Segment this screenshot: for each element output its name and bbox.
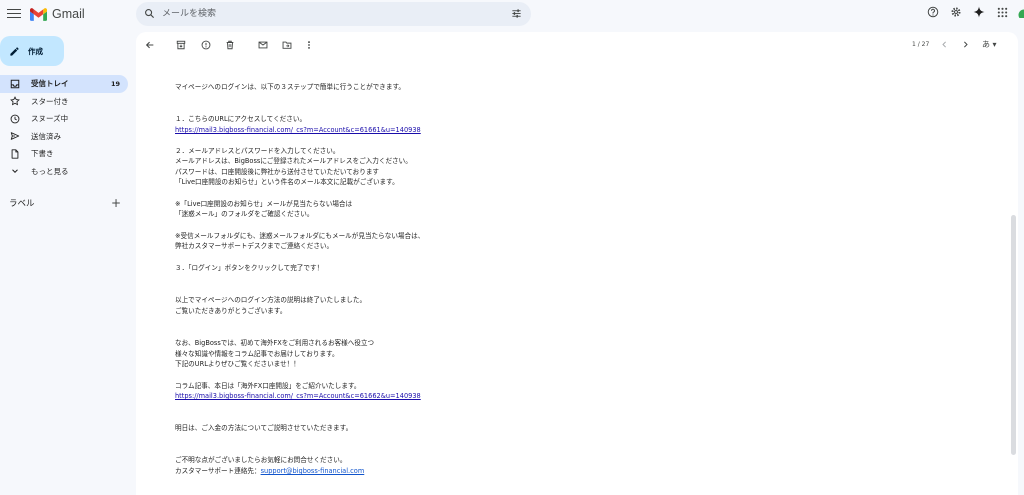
email-line: ご覧いただきありがとうございます。 [175, 307, 287, 315]
input-tools-button[interactable]: あ ▾ [982, 39, 997, 50]
main-menu-button[interactable] [7, 6, 21, 20]
folder-move-icon [282, 41, 291, 49]
search-icon[interactable] [144, 8, 155, 19]
compose-button[interactable]: 作成 [0, 36, 64, 66]
email-line: 明日は、ご入金の方法についてご説明させていただきます。 [175, 424, 353, 432]
gmail-m-icon [30, 7, 47, 21]
email-line: コラム記事、本日は「海外FX口座開設」をご紹介いたします。 [175, 382, 361, 390]
pagination-label: 1 / 27 [912, 41, 930, 48]
create-label-button[interactable]: + [111, 197, 121, 209]
sidebar-item-label: 受信トレイ [31, 79, 69, 89]
chevron-down-icon [12, 169, 18, 174]
newer-button[interactable] [939, 39, 950, 50]
more-actions-button[interactable] [303, 39, 314, 50]
more-vert-icon [307, 40, 310, 49]
gear-icon [951, 7, 961, 17]
email-line: 「迷惑メール」のフォルダをご確認ください。 [175, 210, 314, 218]
chevron-left-icon [942, 41, 946, 48]
sparkle-icon [973, 6, 985, 18]
top-right-actions [926, 5, 1024, 19]
app-name: Gmail [52, 7, 85, 21]
support-contact-label: カスタマーサポート連絡先： [175, 467, 261, 475]
settings-button[interactable] [949, 5, 963, 19]
mail-icon [258, 41, 267, 48]
sidebar-item-label: 送信済み [31, 131, 61, 141]
column-article-link[interactable]: https://mail3.bigboss-financial.com/_cs?… [175, 391, 421, 402]
move-to-button[interactable] [281, 39, 292, 50]
email-line: ご不明な点がございましたらお気軽にお問合せください。 [175, 456, 347, 464]
back-button[interactable] [144, 39, 155, 50]
support-email-link[interactable]: support@bigboss-financial.com [261, 467, 365, 475]
report-spam-button[interactable] [200, 39, 211, 50]
sidebar-item-starred[interactable]: スター付き [0, 93, 128, 111]
older-button[interactable] [960, 39, 971, 50]
star-icon [10, 96, 20, 106]
labels-section: ラベル + [9, 197, 121, 209]
sidebar-item-inbox[interactable]: 受信トレイ 19 [0, 75, 128, 93]
pencil-icon [10, 46, 19, 56]
sidebar-item-label: スヌーズ中 [31, 114, 69, 124]
sidebar-item-label: もっと見る [31, 166, 69, 176]
avatar-icon [1018, 9, 1024, 18]
message-panel: 1 / 27 あ ▾ マイページへのログインは、以下の３ステップで簡単に行うこと… [136, 32, 1018, 495]
account-login-link[interactable]: https://mail3.bigboss-financial.com/_cs?… [175, 125, 421, 136]
sidebar-item-drafts[interactable]: 下書き [0, 145, 128, 163]
gmail-logo[interactable]: Gmail [30, 6, 85, 22]
report-icon [201, 40, 210, 49]
account-avatar[interactable] [1018, 6, 1024, 18]
archive-button[interactable] [175, 39, 186, 50]
send-icon [10, 132, 20, 141]
sidebar-item-sent[interactable]: 送信済み [0, 128, 128, 146]
chevron-right-icon [964, 41, 968, 48]
unread-count-badge: 19 [110, 79, 120, 88]
mark-unread-button[interactable] [257, 39, 268, 50]
email-line: 下記のURLよりぜひご覧くださいませ！！ [175, 360, 300, 368]
apps-button[interactable] [995, 5, 1009, 19]
delete-button[interactable] [224, 39, 235, 50]
search-options-icon[interactable] [511, 8, 522, 19]
sidebar-nav: 受信トレイ 19 スター付き スヌーズ中 送信済み 下書き もっと見る [0, 75, 128, 180]
apps-grid-icon [997, 7, 1007, 17]
email-line: ※受信メールフォルダにも、迷惑メールフォルダにもメールが見当たらない場合は、 [175, 232, 425, 240]
sidebar-item-more[interactable]: もっと見る [0, 163, 128, 181]
clock-icon [10, 114, 20, 124]
help-icon [927, 6, 939, 18]
email-line: マイページへのログインは、以下の３ステップで簡単に行うことができます。 [175, 83, 405, 91]
email-line: 「Live口座開設のお知らせ」という件名のメール本文に記載がございます。 [175, 178, 399, 186]
trash-icon [226, 40, 233, 49]
email-line: なお、BigBossでは、初めて海外FXをご利用されるお客様へ役立つ [175, 339, 375, 347]
email-line: 弊社カスタマーサポートデスクまでご連絡ください。 [175, 242, 334, 250]
compose-label: 作成 [28, 46, 43, 56]
email-line: メールアドレスは、BigBossにご登録されたメールアドレスをご入力ください。 [175, 157, 412, 165]
sidebar-item-label: 下書き [31, 149, 54, 159]
email-line: 以上でマイページへのログイン方法の説明は終了いたしました。 [175, 296, 367, 304]
email-line: 様々な知識や情報をコラム記事でお届けしております。 [175, 350, 339, 358]
top-bar: Gmail [0, 0, 1024, 28]
inbox-icon [10, 79, 20, 88]
message-toolbar: 1 / 27 あ ▾ [136, 32, 1018, 58]
search-bar[interactable] [136, 2, 531, 26]
draft-icon [11, 149, 19, 159]
email-line: パスワードは、口座開設後に弊社から送付させていただいております [175, 168, 380, 176]
gemini-button[interactable] [972, 5, 986, 19]
help-button[interactable] [926, 5, 940, 19]
search-input[interactable] [162, 5, 492, 23]
scrollbar-thumb[interactable] [1011, 215, 1016, 455]
email-line: ３．「ログイン」ボタンをクリックして完了です！ [175, 264, 324, 272]
labels-title: ラベル [9, 199, 35, 209]
arrow-left-icon [145, 41, 153, 48]
email-line: ※「Live口座開設のお知らせ」メールが見当たらない場合は [175, 200, 353, 208]
sidebar-item-snoozed[interactable]: スヌーズ中 [0, 110, 128, 128]
email-line: １．こちらのURLにアクセスしてください。 [175, 115, 307, 123]
sidebar-item-label: スター付き [31, 96, 69, 106]
support-contact-line: カスタマーサポート連絡先：support@bigboss-financial.c… [175, 466, 364, 477]
archive-icon [176, 40, 185, 49]
email-line: ２．メールアドレスとパスワードを入力してください。 [175, 147, 340, 155]
